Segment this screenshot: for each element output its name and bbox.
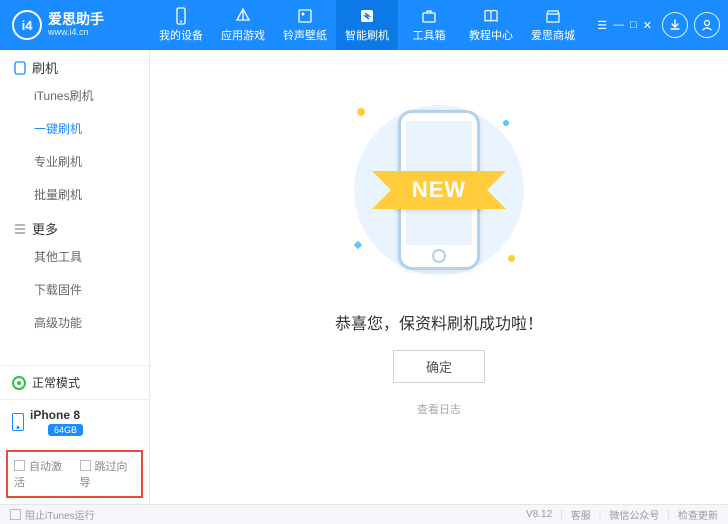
nav-toolbox[interactable]: 工具箱 [398,0,460,50]
support-link[interactable]: 客服 [571,507,591,522]
nav-label: 铃声壁纸 [283,27,327,43]
sidebar-section-more: 更多 [0,211,149,240]
nav-store[interactable]: 爱思商城 [522,0,584,50]
phone-icon [14,61,26,75]
media-icon [296,7,314,25]
main-content: NEW 恭喜您，保资料刷机成功啦！ 确定 查看日志 [150,50,728,504]
new-ribbon: NEW [394,171,484,209]
success-illustration: NEW [329,90,549,290]
app-header: i4 爱思助手 www.i4.cn 我的设备 应用游戏 铃声壁纸 智能刷机 工具… [0,0,728,50]
store-icon [544,7,562,25]
nav-ringtone-wallpaper[interactable]: 铃声壁纸 [274,0,336,50]
device-info[interactable]: iPhone 8 64GB [0,399,149,444]
sidebar-item-itunes-flash[interactable]: iTunes刷机 [0,79,149,112]
block-itunes-checkbox[interactable]: 阻止iTunes运行 [10,507,95,522]
sidebar: 刷机 iTunes刷机 一键刷机 专业刷机 批量刷机 更多 其他工具 下载固件 … [0,50,150,504]
nav-smart-flash[interactable]: 智能刷机 [336,0,398,50]
nav-label: 教程中心 [469,27,513,43]
nav-label: 工具箱 [413,27,446,43]
main-nav: 我的设备 应用游戏 铃声壁纸 智能刷机 工具箱 教程中心 爱思商城 [150,0,584,50]
maximize-icon[interactable]: □ [630,19,637,32]
phone-icon [12,413,24,431]
nav-label: 应用游戏 [221,27,265,43]
sidebar-item-other-tools[interactable]: 其他工具 [0,240,149,273]
section-title: 刷机 [32,58,58,77]
version-label: V8.12 [526,509,552,520]
toolbox-icon [420,7,438,25]
user-button[interactable] [694,12,720,38]
options-box: 自动激活 跳过向导 [6,450,143,498]
check-update-link[interactable]: 检查更新 [678,507,718,522]
auto-activate-checkbox[interactable]: 自动激活 [14,458,70,490]
nav-apps-games[interactable]: 应用游戏 [212,0,274,50]
phone-icon [172,7,190,25]
close-icon[interactable]: ✕ [643,19,652,32]
apps-icon [234,7,252,25]
header-right: ☰ — □ ✕ [597,12,728,38]
logo-subtitle: www.i4.cn [48,28,104,38]
skip-guide-checkbox[interactable]: 跳过向导 [80,458,136,490]
list-icon [14,223,26,235]
logo-icon: i4 [12,10,42,40]
nav-label: 爱思商城 [531,27,575,43]
success-message: 恭喜您，保资料刷机成功啦！ [335,310,543,334]
sidebar-section-flash: 刷机 [0,50,149,79]
download-button[interactable] [662,12,688,38]
sidebar-item-download-firmware[interactable]: 下载固件 [0,273,149,306]
logo-title: 爱思助手 [48,12,104,27]
sidebar-item-one-click-flash[interactable]: 一键刷机 [0,112,149,145]
flash-icon [358,7,376,25]
device-mode[interactable]: 正常模式 [0,365,149,399]
ok-button[interactable]: 确定 [393,350,485,383]
logo: i4 爱思助手 www.i4.cn [0,10,150,40]
sidebar-item-pro-flash[interactable]: 专业刷机 [0,145,149,178]
book-icon [482,7,500,25]
mode-label: 正常模式 [32,374,80,391]
nav-label: 智能刷机 [345,27,389,43]
device-name: iPhone 8 [30,408,83,422]
nav-tutorials[interactable]: 教程中心 [460,0,522,50]
menu-icon[interactable]: ☰ [597,19,607,32]
sidebar-item-batch-flash[interactable]: 批量刷机 [0,178,149,211]
wechat-link[interactable]: 微信公众号 [609,507,659,522]
status-bar: 阻止iTunes运行 V8.12 | 客服 | 微信公众号 | 检查更新 [0,504,728,524]
window-controls: ☰ — □ ✕ [597,19,652,32]
sidebar-item-advanced[interactable]: 高级功能 [0,306,149,339]
status-dot-icon [12,376,26,390]
nav-my-device[interactable]: 我的设备 [150,0,212,50]
nav-label: 我的设备 [159,27,203,43]
storage-badge: 64GB [48,424,83,436]
view-log-link[interactable]: 查看日志 [417,401,461,417]
section-title: 更多 [32,219,58,238]
minimize-icon[interactable]: — [613,19,624,32]
